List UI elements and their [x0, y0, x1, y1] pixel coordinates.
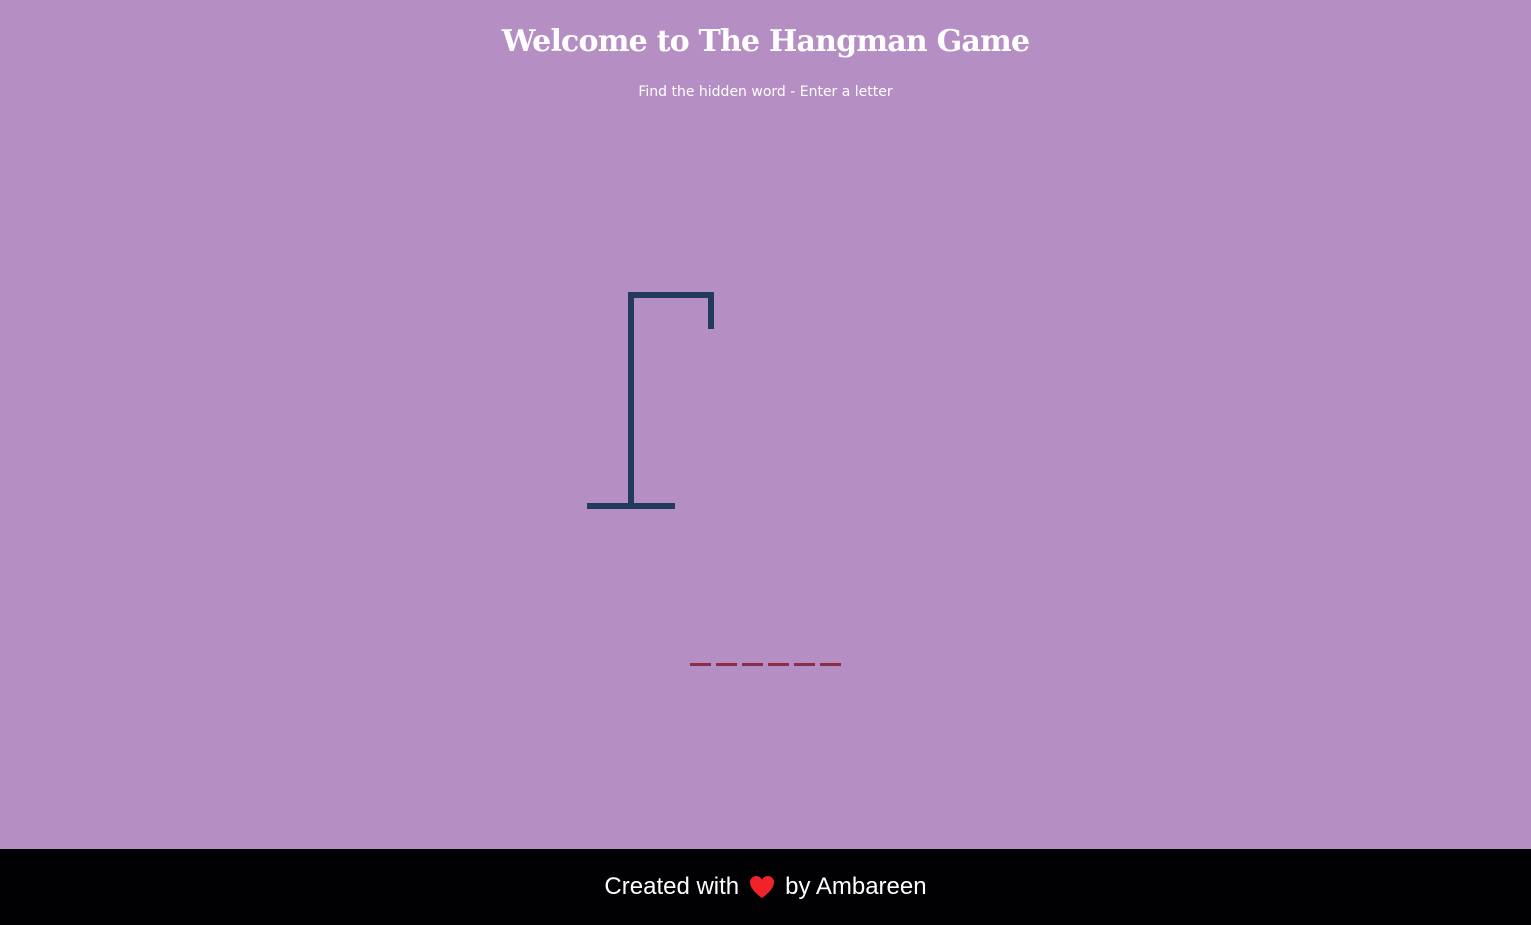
footer-suffix: by Ambareen [785, 873, 927, 900]
letter-slot [820, 644, 841, 666]
footer: Created with by Ambareen [0, 849, 1531, 925]
gallows [587, 292, 714, 509]
heart-icon [750, 876, 775, 898]
letter-slot [768, 644, 789, 666]
footer-prefix: Created with [604, 873, 740, 900]
letter-slot [716, 644, 737, 666]
page-title: Welcome to The Hangman Game [501, 24, 1030, 59]
letter-slot [794, 644, 815, 666]
hidden-word [690, 644, 841, 666]
letter-slot [690, 644, 711, 666]
letter-slot [742, 644, 763, 666]
page-subtitle: Find the hidden word - Enter a letter [638, 84, 893, 100]
